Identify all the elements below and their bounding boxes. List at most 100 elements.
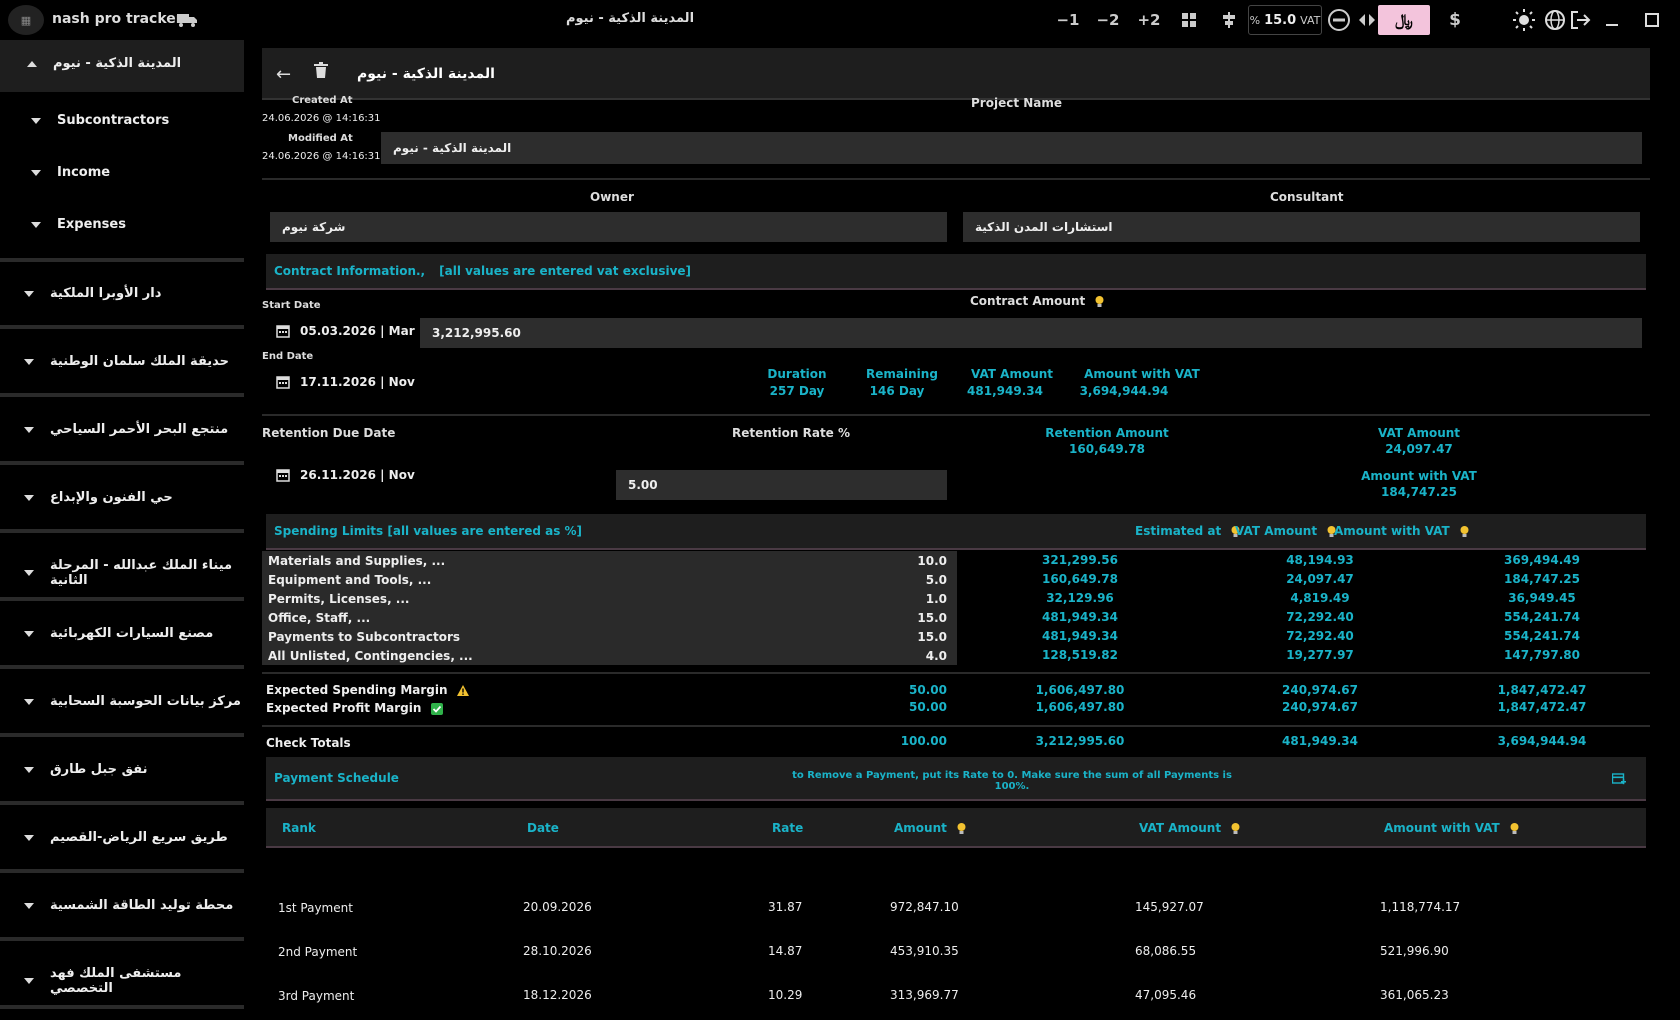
add-payment-icon[interactable] — [1612, 773, 1626, 786]
sidebar-project-label: مركز بيانات الحوسبة السحابية — [50, 694, 241, 709]
col-rate: Rate — [772, 821, 804, 835]
limit-row[interactable]: All Unlisted, Contingencies, ... 4.0 — [262, 646, 957, 665]
direction-toggle-icon[interactable] — [1356, 6, 1378, 34]
start-date-picker[interactable]: 05.03.2026 | Mar — [276, 324, 415, 338]
check-icon — [430, 702, 443, 715]
minus-circle-icon[interactable] — [1325, 6, 1353, 34]
currency-usd-button[interactable]: $ — [1445, 6, 1465, 34]
align-center-icon[interactable] — [1218, 6, 1240, 34]
contract-info-title: Contract Information., — [274, 264, 426, 278]
currency-sar-button[interactable]: ﷼ — [1378, 5, 1430, 35]
maximize-icon[interactable] — [1642, 6, 1662, 34]
consultant-label: Consultant — [1270, 190, 1344, 204]
sidebar-project[interactable]: نفق جبل طارق — [0, 762, 244, 777]
trash-icon[interactable] — [314, 62, 328, 78]
sidebar-project[interactable]: منتجع البحر الأحمر السياحي — [0, 422, 244, 437]
sidebar-project[interactable]: حي الفنون والإبداع — [0, 490, 244, 505]
sidebar-project-label: نفق جبل طارق — [50, 762, 148, 777]
owner-input[interactable]: شركة نيوم — [270, 212, 947, 242]
payment-rate[interactable]: 10.29 — [768, 988, 802, 1002]
lightbulb-icon — [1510, 822, 1519, 834]
retention-rate-input[interactable]: 5.00 — [616, 470, 947, 500]
sidebar-project-label: ميناء الملك عبدالله - المرحلة الثانية — [50, 558, 233, 588]
sidebar-project[interactable]: مركز بيانات الحوسبة السحابية — [0, 694, 244, 709]
limit-pct[interactable]: 4.0 — [897, 649, 957, 663]
limit-row[interactable]: Materials and Supplies, ... 10.0 — [262, 551, 957, 570]
vat-rate-field[interactable]: % 15.0 VAT — [1248, 5, 1322, 35]
logout-icon[interactable] — [1568, 6, 1592, 34]
limit-row[interactable]: Office, Staff, ... 15.0 — [262, 608, 957, 627]
payment-rate[interactable]: 14.87 — [768, 944, 802, 958]
limit-row[interactable]: Equipment and Tools, ... 5.0 — [262, 570, 957, 589]
check-totals-label: Check Totals — [266, 736, 351, 750]
sidebar-project-label: محطة توليد الطاقة الشمسية — [50, 898, 234, 913]
chevron-up-icon — [27, 60, 37, 67]
payment-date[interactable]: 20.09.2026 — [523, 900, 592, 914]
chevron-down-icon — [24, 902, 34, 909]
sidebar-sub-income[interactable]: Income — [0, 165, 244, 180]
truck-icon[interactable] — [176, 9, 198, 29]
sidebar: المدينة الذكية - نيوم Subcontractors Inc… — [0, 40, 244, 1020]
decrease-1-button[interactable]: −1 — [1056, 6, 1080, 34]
limit-pct[interactable]: 15.0 — [897, 611, 957, 625]
contract-amount-input[interactable]: 3,212,995.60 — [420, 318, 1642, 348]
payment-date[interactable]: 28.10.2026 — [523, 944, 592, 958]
limit-pct[interactable]: 15.0 — [897, 630, 957, 644]
profit-margin-total: 1,847,472.47 — [1497, 700, 1587, 714]
created-at-value: 24.06.2026 @ 14:16:31 — [262, 113, 381, 124]
end-date-picker[interactable]: 17.11.2026 | Nov — [276, 375, 415, 389]
retention-vat-value: 24,097.47 — [1385, 442, 1453, 456]
back-arrow-icon[interactable]: ← — [276, 64, 291, 85]
limit-row[interactable]: Permits, Licenses, ... 1.0 — [262, 589, 957, 608]
limit-row[interactable]: Payments to Subcontractors 15.0 — [262, 627, 957, 646]
limit-pct[interactable]: 1.0 — [897, 592, 957, 606]
sidebar-active-project[interactable]: المدينة الذكية - نيوم — [0, 40, 244, 92]
payment-date[interactable]: 18.12.2026 — [523, 988, 592, 1002]
sidebar-sub-expenses[interactable]: Expenses — [0, 217, 244, 232]
limit-vat: 72,292.40 — [1286, 610, 1354, 624]
theme-sun-icon[interactable] — [1512, 6, 1536, 34]
vat-prefix: % — [1249, 13, 1261, 27]
spending-limits-title: Spending Limits [all values are entered … — [274, 524, 583, 538]
sidebar-sub-label: Subcontractors — [57, 113, 170, 128]
col-amount: Amount — [894, 821, 966, 835]
increase-2-button[interactable]: +2 — [1136, 6, 1162, 34]
contract-vat-label: VAT Amount — [970, 367, 1054, 381]
contract-with-vat-value: 3,694,944.94 — [1079, 384, 1169, 398]
sidebar-project[interactable]: طريق سريع الرياض-القصيم — [0, 830, 244, 845]
grid-icon[interactable] — [1178, 6, 1200, 34]
project-name-input[interactable]: المدينة الذكية - نيوم — [381, 132, 1642, 164]
sidebar-project[interactable]: محطة توليد الطاقة الشمسية — [0, 898, 244, 913]
retention-due-picker[interactable]: 26.11.2026 | Nov — [276, 468, 415, 482]
lightbulb-icon — [1231, 822, 1240, 834]
sidebar-project[interactable]: ميناء الملك عبدالله - المرحلة الثانية — [0, 558, 244, 588]
sidebar-divider — [0, 801, 244, 805]
limit-total: 369,494.49 — [1504, 553, 1580, 567]
vat-label: VAT — [1300, 13, 1321, 27]
sidebar-item-label: المدينة الذكية - نيوم — [53, 56, 182, 71]
sidebar-item-active[interactable]: المدينة الذكية - نيوم — [0, 56, 244, 71]
remaining-label: Remaining — [866, 367, 938, 381]
limit-pct[interactable]: 10.0 — [897, 554, 957, 568]
language-globe-icon[interactable] — [1543, 6, 1567, 34]
start-date-value: 05.03.2026 | Mar — [300, 324, 415, 338]
check-totals-vat: 481,949.34 — [1282, 734, 1358, 748]
col-with-vat: Amount with VAT — [1384, 821, 1519, 835]
limit-pct[interactable]: 5.0 — [897, 573, 957, 587]
lightbulb-icon — [1460, 525, 1469, 537]
sidebar-project[interactable]: مستشفى الملك فهد التخصصي — [0, 966, 244, 996]
minimize-icon[interactable] — [1602, 6, 1622, 34]
chevron-down-icon — [31, 169, 41, 176]
consultant-input[interactable]: استشارات المدن الذكية — [963, 212, 1640, 242]
sidebar-divider — [0, 393, 244, 397]
sidebar-project[interactable]: مصنع السيارات الكهربائية — [0, 626, 244, 641]
contract-amount-label: Contract Amount — [970, 294, 1104, 308]
sidebar-project[interactable]: حديقة الملك سلمان الوطنية — [0, 354, 244, 369]
col-amount-text: Amount — [894, 821, 947, 835]
payment-rate[interactable]: 31.87 — [768, 900, 802, 914]
sidebar-sub-subcontractors[interactable]: Subcontractors — [0, 113, 244, 128]
sidebar-project[interactable]: دار الأوبرا الملكية — [0, 286, 244, 301]
sidebar-divider — [0, 937, 244, 941]
spending-margin-vat: 240,974.67 — [1282, 683, 1358, 697]
decrease-2-button[interactable]: −2 — [1096, 6, 1120, 34]
